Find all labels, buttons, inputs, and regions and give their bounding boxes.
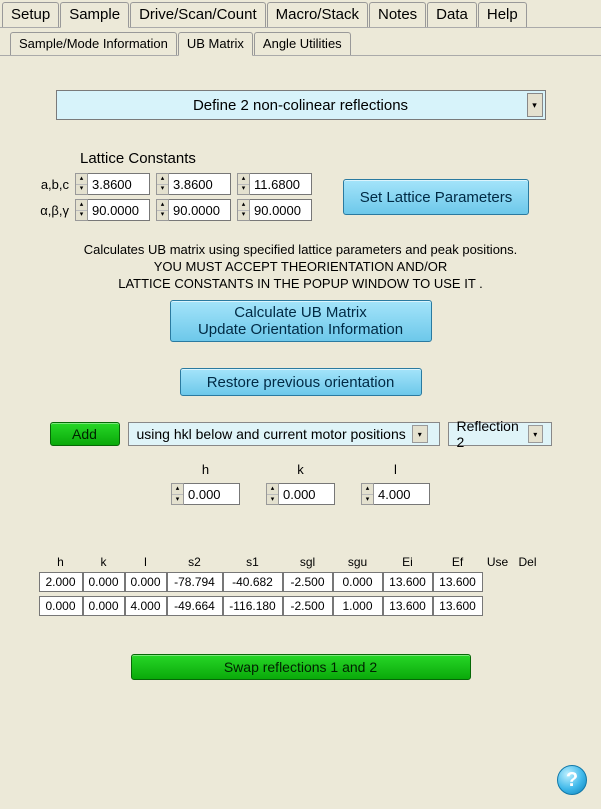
cell-ef[interactable] [433, 596, 483, 616]
table-row [39, 596, 563, 616]
help-icon[interactable]: ? [557, 765, 587, 795]
method-dropdown[interactable]: Define 2 non-colinear reflections ▾ [56, 90, 546, 120]
set-lattice-parameters-button[interactable]: Set Lattice Parameters [343, 179, 529, 215]
k-label: k [263, 462, 338, 477]
lattice-gamma-input[interactable]: ▴▾ [237, 199, 312, 221]
method-dropdown-label: Define 2 non-colinear reflections [193, 97, 408, 114]
lattice-b-input[interactable]: ▴▾ [156, 173, 231, 195]
k-input[interactable]: ▴▾ [266, 483, 335, 505]
cell-h[interactable] [39, 572, 83, 592]
l-input[interactable]: ▴▾ [361, 483, 430, 505]
cell-s2[interactable] [167, 596, 223, 616]
ub-matrix-info-text: Calculates UB matrix using specified lat… [30, 241, 571, 292]
ub-matrix-panel: Define 2 non-colinear reflections ▾ Latt… [0, 56, 601, 680]
tab-drive-scan-count[interactable]: Drive/Scan/Count [130, 2, 266, 27]
lattice-alpha-input[interactable]: ▴▾ [75, 199, 150, 221]
reflections-table: h k l s2 s1 sgl sgu Ei Ef Use Del [39, 555, 563, 616]
abc-label: a,b,c [30, 177, 72, 192]
l-label: l [358, 462, 433, 477]
reflection-select-dropdown[interactable]: Reflection 2 ▾ [448, 422, 552, 446]
cell-sgl[interactable] [283, 572, 333, 592]
tab-sample[interactable]: Sample [60, 2, 129, 28]
tab-macro-stack[interactable]: Macro/Stack [267, 2, 368, 27]
add-mode-dropdown[interactable]: using hkl below and current motor positi… [128, 422, 440, 446]
lattice-constants-title: Lattice Constants [80, 150, 571, 167]
lattice-c-input[interactable]: ▴▾ [237, 173, 312, 195]
sub-tab-strip: Sample/Mode Information UB Matrix Angle … [0, 28, 601, 56]
h-label: h [168, 462, 243, 477]
cell-s1[interactable] [223, 596, 283, 616]
tab-setup[interactable]: Setup [2, 2, 59, 27]
swap-reflections-button[interactable]: Swap reflections 1 and 2 [131, 654, 471, 680]
tab-data[interactable]: Data [427, 2, 477, 27]
chevron-down-icon[interactable]: ▾ [412, 425, 428, 443]
lattice-a-input[interactable]: ▴▾ [75, 173, 150, 195]
cell-l[interactable] [125, 596, 167, 616]
subtab-ub-matrix[interactable]: UB Matrix [178, 32, 253, 56]
cell-sgl[interactable] [283, 596, 333, 616]
cell-s1[interactable] [223, 572, 283, 592]
angles-label: α,β,γ [30, 203, 72, 218]
cell-ei[interactable] [383, 596, 433, 616]
cell-k[interactable] [83, 596, 125, 616]
table-row [39, 572, 563, 592]
tab-notes[interactable]: Notes [369, 2, 426, 27]
cell-ef[interactable] [433, 572, 483, 592]
restore-previous-orientation-button[interactable]: Restore previous orientation [180, 368, 422, 396]
cell-ei[interactable] [383, 572, 433, 592]
h-input[interactable]: ▴▾ [171, 483, 240, 505]
cell-s2[interactable] [167, 572, 223, 592]
lattice-beta-input[interactable]: ▴▾ [156, 199, 231, 221]
subtab-sample-mode-info[interactable]: Sample/Mode Information [10, 32, 177, 55]
subtab-angle-utilities[interactable]: Angle Utilities [254, 32, 351, 55]
main-tab-strip: Setup Sample Drive/Scan/Count Macro/Stac… [0, 0, 601, 28]
cell-k[interactable] [83, 572, 125, 592]
cell-sgu[interactable] [333, 572, 383, 592]
tab-help[interactable]: Help [478, 2, 527, 27]
cell-h[interactable] [39, 596, 83, 616]
chevron-down-icon[interactable]: ▾ [528, 425, 542, 443]
chevron-down-icon[interactable]: ▾ [527, 93, 543, 117]
add-reflection-button[interactable]: Add [50, 422, 120, 446]
cell-sgu[interactable] [333, 596, 383, 616]
calculate-ub-matrix-button[interactable]: Calculate UB Matrix Update Orientation I… [170, 300, 432, 342]
cell-l[interactable] [125, 572, 167, 592]
